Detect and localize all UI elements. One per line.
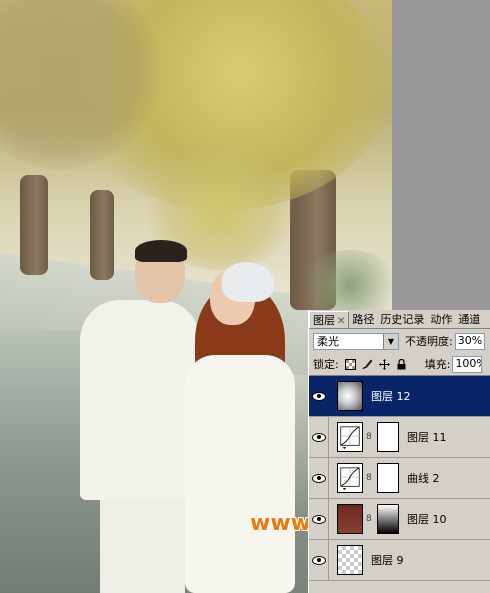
visibility-toggle[interactable] [309, 376, 329, 416]
eye-icon [311, 473, 326, 483]
man-hair [135, 240, 187, 262]
curves-adjustment-icon [337, 463, 363, 493]
eye-icon [311, 514, 326, 524]
tab-label: 图层 [313, 314, 335, 327]
blend-row: 柔光 ▼ 不透明度: 30% [309, 329, 490, 353]
curves-adjustment-icon [337, 422, 363, 452]
tab-channels[interactable]: 通道 [455, 311, 483, 328]
layer-row[interactable]: 图层 9 [309, 540, 490, 581]
eye-icon [311, 555, 326, 565]
visibility-toggle[interactable] [309, 458, 329, 498]
visibility-toggle[interactable] [309, 499, 329, 539]
tab-history[interactable]: 历史记录 [377, 311, 427, 328]
layers-panel: 图层 ✕ 路径 历史记录 动作 通道 柔光 ▼ 不透明度: 30% 锁定: 填充… [308, 310, 490, 593]
lock-transparent-pixels-icon[interactable] [344, 358, 356, 370]
layer-row[interactable]: 图层 12 [309, 376, 490, 417]
brush-icon[interactable] [362, 359, 373, 370]
opacity-input[interactable]: 30% [454, 332, 485, 350]
layer-mask-thumbnail[interactable] [377, 463, 399, 493]
layer-mask-thumbnail[interactable] [377, 504, 399, 534]
blend-mode-select[interactable]: 柔光 ▼ [313, 332, 399, 350]
link-icon[interactable]: 8 [366, 432, 374, 442]
layer-name[interactable]: 图层 12 [371, 388, 411, 404]
layer-name[interactable]: 图层 11 [407, 429, 447, 445]
tab-label: 通道 [458, 313, 481, 326]
layer-thumbnail [337, 545, 363, 575]
tab-label: 动作 [430, 313, 453, 326]
close-icon[interactable]: ✕ [337, 316, 345, 327]
layer-row[interactable]: 8 图层 10 [309, 499, 490, 540]
tab-paths[interactable]: 路径 [349, 311, 377, 328]
opacity-label: 不透明度: [405, 335, 453, 348]
man-jacket [80, 300, 200, 500]
workspace-background [392, 0, 490, 310]
eye-icon [311, 432, 326, 442]
move-icon[interactable] [378, 358, 390, 370]
lock-row: 锁定: 填充: 100% [309, 353, 490, 376]
blend-mode-value: 柔光 [317, 335, 339, 348]
layer-thumbnail [337, 504, 363, 534]
woman-hat [222, 262, 274, 302]
fill-input[interactable]: 100% [452, 355, 483, 373]
tab-label: 路径 [352, 313, 375, 326]
tab-actions[interactable]: 动作 [427, 311, 455, 328]
woman-dress [185, 355, 295, 593]
layer-name[interactable]: 图层 9 [371, 552, 404, 568]
lock-icon[interactable] [396, 358, 407, 370]
eye-icon [311, 391, 326, 401]
visibility-toggle[interactable] [309, 417, 329, 457]
chevron-down-icon[interactable]: ▼ [383, 333, 398, 349]
layer-row[interactable]: 8 曲线 2 [309, 458, 490, 499]
tree-trunk [20, 175, 48, 275]
tree-trunk [90, 190, 114, 280]
tab-label: 历史记录 [380, 313, 425, 326]
layer-thumbnail [337, 381, 363, 411]
lock-label: 锁定: [313, 358, 339, 371]
fill-label: 填充: [424, 358, 451, 371]
tab-layers[interactable]: 图层 ✕ [309, 311, 350, 328]
link-icon[interactable]: 8 [366, 473, 374, 483]
layer-name[interactable]: 曲线 2 [407, 470, 440, 486]
layer-name[interactable]: 图层 10 [407, 511, 447, 527]
layer-mask-thumbnail[interactable] [377, 422, 399, 452]
visibility-toggle[interactable] [309, 540, 329, 580]
panel-tabs: 图层 ✕ 路径 历史记录 动作 通道 [309, 310, 490, 329]
layer-row[interactable]: 8 图层 11 [309, 417, 490, 458]
link-icon[interactable]: 8 [366, 514, 374, 524]
